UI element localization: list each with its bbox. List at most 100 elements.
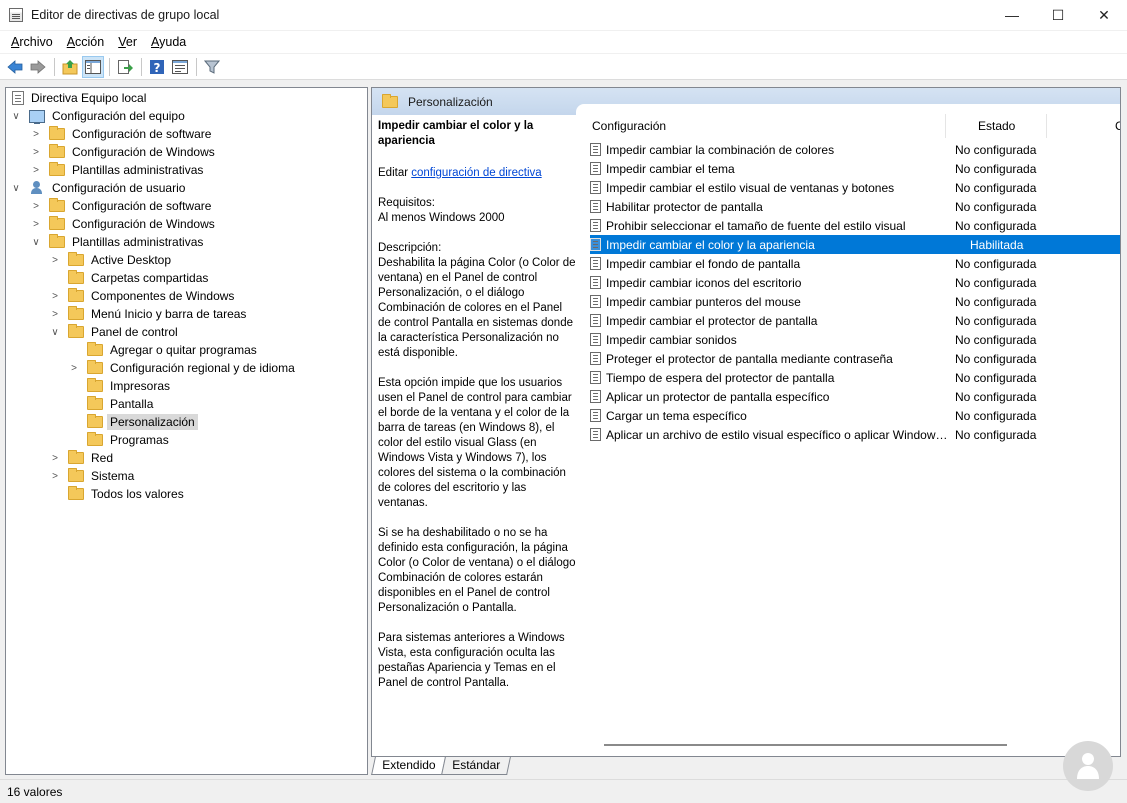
setting-name: Impedir cambiar iconos del escritorio <box>606 275 802 290</box>
close-button[interactable]: ✕ <box>1081 0 1127 30</box>
column-header-comment[interactable]: C <box>1047 114 1120 138</box>
tree-item-control-panel[interactable]: ∨ Panel de control <box>49 323 181 341</box>
menu-archivo[interactable]: Archivo <box>4 35 60 49</box>
tree-item-computer-windows[interactable]: > Configuración de Windows <box>30 143 218 161</box>
chevron-down-icon[interactable]: ∨ <box>10 179 22 197</box>
tree-item-start-menu-taskbar[interactable]: > Menú Inicio y barra de tareas <box>49 305 249 323</box>
chevron-right-icon[interactable]: > <box>49 449 61 467</box>
setting-row-selected[interactable]: Impedir cambiar el color y la apariencia… <box>590 235 1120 254</box>
chevron-right-icon[interactable]: > <box>30 215 42 233</box>
up-one-level-button[interactable] <box>59 56 81 78</box>
help-icon: ? <box>150 59 164 75</box>
setting-row[interactable]: Impedir cambiar el fondo de pantalla No … <box>590 254 1120 273</box>
setting-row[interactable]: Aplicar un protector de pantalla específ… <box>590 387 1120 406</box>
setting-row[interactable]: Impedir cambiar el protector de pantalla… <box>590 311 1120 330</box>
tree-item-windows-components[interactable]: > Componentes de Windows <box>49 287 237 305</box>
tree-item-label: Sistema <box>91 469 135 483</box>
title-bar: Editor de directivas de grupo local — ☐ … <box>0 0 1127 30</box>
tree-item-user-admin-templates[interactable]: ∨ Plantillas administrativas <box>30 233 206 251</box>
chevron-right-icon[interactable]: > <box>30 161 42 179</box>
tree-item-label: Personalización <box>107 414 198 430</box>
tab-standard[interactable]: Estándar <box>441 757 512 775</box>
setting-icon <box>590 238 601 251</box>
setting-row[interactable]: Impedir cambiar sonidos No configurada <box>590 330 1120 349</box>
chevron-right-icon[interactable]: > <box>68 359 80 377</box>
folder-icon <box>87 378 103 392</box>
column-header-setting[interactable]: Configuración <box>576 114 946 138</box>
setting-row[interactable]: Proteger el protector de pantalla median… <box>590 349 1120 368</box>
setting-row[interactable]: Cargar un tema específico No configurada <box>590 406 1120 425</box>
setting-icon <box>590 314 601 327</box>
show-hide-tree-button[interactable] <box>82 55 104 78</box>
tree-item-network[interactable]: > Red <box>49 449 116 467</box>
properties-button[interactable] <box>169 56 191 78</box>
tree-item-shared-folders[interactable]: > Carpetas compartidas <box>49 269 211 287</box>
chevron-right-icon[interactable]: > <box>49 287 61 305</box>
tree-item-add-remove-programs[interactable]: > Agregar o quitar programas <box>68 341 260 359</box>
back-arrow-icon <box>7 59 23 74</box>
tree-pane[interactable]: Directiva Equipo local ∨ Configuración d… <box>5 87 368 775</box>
setting-name: Proteger el protector de pantalla median… <box>606 351 893 366</box>
edit-policy-link[interactable]: configuración de directiva <box>411 167 541 179</box>
tree-item-user-windows[interactable]: > Configuración de Windows <box>30 215 218 233</box>
setting-icon <box>590 295 601 308</box>
setting-state: No configurada <box>955 332 1037 347</box>
tree-item-display[interactable]: > Pantalla <box>68 395 156 413</box>
settings-list[interactable]: Configuración Estado C Impedir cambiar l… <box>576 104 1120 756</box>
menu-ver[interactable]: Ver <box>111 35 144 49</box>
tree-item-computer-software[interactable]: > Configuración de software <box>30 125 214 143</box>
column-header-state[interactable]: Estado <box>946 114 1047 138</box>
maximize-button[interactable]: ☐ <box>1035 0 1081 30</box>
tree-item-computer-config[interactable]: ∨ Configuración del equipo <box>10 107 188 125</box>
menu-bar: Archivo Acción Ver Ayuda <box>0 31 1127 53</box>
setting-row[interactable]: Impedir cambiar iconos del escritorio No… <box>590 273 1120 292</box>
export-list-button[interactable] <box>114 56 136 78</box>
setting-row[interactable]: Impedir cambiar el tema No configurada <box>590 159 1120 178</box>
tree-item-personalization[interactable]: > Personalización <box>68 413 198 431</box>
filter-button[interactable] <box>201 56 223 78</box>
chevron-right-icon[interactable]: > <box>30 197 42 215</box>
chevron-down-icon[interactable]: ∨ <box>49 323 61 341</box>
menu-accion[interactable]: Acción <box>60 35 112 49</box>
folder-icon <box>49 234 65 248</box>
chevron-right-icon[interactable]: > <box>49 305 61 323</box>
menu-label: yuda <box>159 35 187 49</box>
tree-item-system[interactable]: > Sistema <box>49 467 137 485</box>
tree-item-active-desktop[interactable]: > Active Desktop <box>49 251 174 269</box>
setting-row[interactable]: Impedir cambiar la combinación de colore… <box>590 140 1120 159</box>
policy-document-icon <box>12 91 24 105</box>
help-button[interactable]: ? <box>146 56 168 78</box>
tree-item-root[interactable]: Directiva Equipo local <box>10 89 149 107</box>
back-button[interactable] <box>4 56 26 78</box>
app-icon <box>9 8 23 22</box>
setting-row[interactable]: Habilitar protector de pantalla No confi… <box>590 197 1120 216</box>
setting-row[interactable]: Tiempo de espera del protector de pantal… <box>590 368 1120 387</box>
setting-row[interactable]: Aplicar un archivo de estilo visual espe… <box>590 425 1120 444</box>
tree-item-regional-language[interactable]: > Configuración regional y de idioma <box>68 359 298 377</box>
tree-item-user-config[interactable]: ∨ Configuración de usuario <box>10 179 188 197</box>
chevron-right-icon[interactable]: > <box>49 251 61 269</box>
status-bar: 16 valores <box>0 779 1127 803</box>
horizontal-scrollbar[interactable] <box>604 744 1007 746</box>
setting-row[interactable]: Prohibir seleccionar el tamaño de fuente… <box>590 216 1120 235</box>
tree-item-user-software[interactable]: > Configuración de software <box>30 197 214 215</box>
tree-item-label: Componentes de Windows <box>91 289 235 303</box>
menu-ayuda[interactable]: Ayuda <box>144 35 193 49</box>
setting-row[interactable]: Impedir cambiar el estilo visual de vent… <box>590 178 1120 197</box>
chevron-down-icon[interactable]: ∨ <box>30 233 42 251</box>
description-paragraph: Esta opción impide que los usuarios usen… <box>378 377 572 509</box>
chevron-right-icon[interactable]: > <box>30 143 42 161</box>
forward-button[interactable] <box>27 56 49 78</box>
tree-item-printers[interactable]: > Impresoras <box>68 377 173 395</box>
tree-item-all-settings[interactable]: > Todos los valores <box>49 485 187 503</box>
tree-item-computer-admin-templates[interactable]: > Plantillas administrativas <box>30 161 206 179</box>
chevron-right-icon[interactable]: > <box>30 125 42 143</box>
tree-item-programs[interactable]: > Programas <box>68 431 172 449</box>
setting-state: No configurada <box>955 427 1037 442</box>
minimize-button[interactable]: — <box>989 0 1035 30</box>
chevron-down-icon[interactable]: ∨ <box>10 107 22 125</box>
folder-icon <box>68 324 84 338</box>
setting-row[interactable]: Impedir cambiar punteros del mouse No co… <box>590 292 1120 311</box>
chevron-right-icon[interactable]: > <box>49 467 61 485</box>
tab-extended[interactable]: Extendido <box>371 757 447 775</box>
